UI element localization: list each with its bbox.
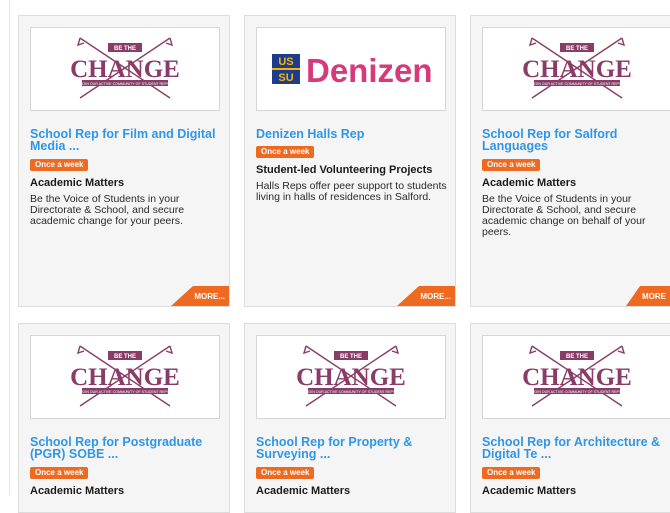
frequency-badge: Once a week xyxy=(256,146,315,158)
be-the-change-logo: BE THE CHANGE JOIN OUR ACTIVE COMMUNITY … xyxy=(522,345,632,407)
card-thumbnail: BE THE CHANGE JOIN OUR ACTIVE COMMUNITY … xyxy=(482,27,670,111)
card-thumbnail: BE THE CHANGE JOIN OUR ACTIVE COMMUNITY … xyxy=(30,335,220,419)
card-thumbnail: BE THE CHANGE JOIN OUR ACTIVE COMMUNITY … xyxy=(30,27,220,111)
more-button[interactable]: MORE... xyxy=(397,286,455,306)
card-thumbnail: BE THE CHANGE JOIN OUR ACTIVE COMMUNITY … xyxy=(256,335,446,419)
logo-word: CHANGE xyxy=(522,56,632,83)
logo-word: CHANGE xyxy=(70,56,180,83)
be-the-change-logo: BE THE CHANGE JOIN OUR ACTIVE COMMUNITY … xyxy=(296,345,406,407)
denizen-word: Denizen xyxy=(306,52,433,89)
logo-tagline: JOIN OUR ACTIVE COMMUNITY OF STUDENT REP… xyxy=(533,82,622,86)
card-description: Be the Voice of Students in your Directo… xyxy=(482,193,646,238)
logo-word: CHANGE xyxy=(522,364,632,391)
card-category: Academic Matters xyxy=(30,485,125,497)
card-title[interactable]: School Rep for Architecture & Digital Te… xyxy=(482,436,667,461)
ussu-mark-bottom: SU xyxy=(278,72,293,84)
card-title[interactable]: School Rep for Property & Surveying ... xyxy=(256,436,451,461)
opportunity-card-salford-languages[interactable]: BE THE CHANGE JOIN OUR ACTIVE COMMUNITY … xyxy=(470,15,670,307)
card-category: Academic Matters xyxy=(30,177,125,189)
frequency-badge: Once a week xyxy=(30,467,89,479)
logo-top-text: BE THE xyxy=(566,46,588,52)
card-category: Academic Matters xyxy=(482,177,577,189)
card-title[interactable]: School Rep for Postgraduate (PGR) SOBE .… xyxy=(30,436,225,461)
page-left-border xyxy=(9,0,10,495)
frequency-badge: Once a week xyxy=(256,467,315,479)
opportunity-card-denizen-halls-rep[interactable]: US SU Denizen Denizen Halls Rep Once a w… xyxy=(244,15,456,307)
ussu-denizen-logo: US SU Denizen xyxy=(272,52,433,89)
logo-tagline: JOIN OUR ACTIVE COMMUNITY OF STUDENT REP… xyxy=(533,390,622,394)
logo-tagline: JOIN OUR ACTIVE COMMUNITY OF STUDENT REP… xyxy=(81,82,170,86)
frequency-badge: Once a week xyxy=(482,159,541,171)
logo-word: CHANGE xyxy=(296,364,406,391)
logo-tagline: JOIN OUR ACTIVE COMMUNITY OF STUDENT REP… xyxy=(307,390,396,394)
card-thumbnail: BE THE CHANGE JOIN OUR ACTIVE COMMUNITY … xyxy=(482,335,670,419)
be-the-change-logo: BE THE CHANGE JOIN OUR ACTIVE COMMUNITY … xyxy=(70,345,180,407)
logo-word: CHANGE xyxy=(70,364,180,391)
opportunity-card-architecture-digital[interactable]: BE THE CHANGE JOIN OUR ACTIVE COMMUNITY … xyxy=(470,323,670,513)
logo-tagline: JOIN OUR ACTIVE COMMUNITY OF STUDENT REP… xyxy=(81,390,170,394)
card-category: Academic Matters xyxy=(256,485,351,497)
card-category: Student-led Volunteering Projects xyxy=(256,164,433,176)
card-title[interactable]: School Rep for Film and Digital Media ..… xyxy=(30,128,225,153)
more-button[interactable]: MORE xyxy=(626,286,670,306)
opportunity-card-property-surveying[interactable]: BE THE CHANGE JOIN OUR ACTIVE COMMUNITY … xyxy=(244,323,456,513)
ussu-mark-top: US xyxy=(278,56,293,68)
be-the-change-logo: BE THE CHANGE JOIN OUR ACTIVE COMMUNITY … xyxy=(70,37,180,99)
card-category: Academic Matters xyxy=(482,485,577,497)
card-description: Halls Reps offer peer support to student… xyxy=(256,180,447,203)
be-the-change-logo: BE THE CHANGE JOIN OUR ACTIVE COMMUNITY … xyxy=(522,37,632,99)
card-description: Be the Voice of Students in your Directo… xyxy=(30,193,185,227)
logo-top-text: BE THE xyxy=(340,354,362,360)
opportunity-card-film-digital-media[interactable]: BE THE CHANGE JOIN OUR ACTIVE COMMUNITY … xyxy=(18,15,230,307)
logo-top-text: BE THE xyxy=(566,354,588,360)
card-title[interactable]: School Rep for Salford Languages xyxy=(482,128,662,153)
card-title[interactable]: Denizen Halls Rep xyxy=(256,128,451,141)
more-button[interactable]: MORE... xyxy=(171,286,229,306)
frequency-badge: Once a week xyxy=(30,159,89,171)
card-thumbnail: US SU Denizen xyxy=(256,27,446,111)
logo-top-text: BE THE xyxy=(114,354,136,360)
opportunity-card-postgraduate-sobe[interactable]: BE THE CHANGE JOIN OUR ACTIVE COMMUNITY … xyxy=(18,323,230,513)
logo-top-text: BE THE xyxy=(114,46,136,52)
frequency-badge: Once a week xyxy=(482,467,541,479)
